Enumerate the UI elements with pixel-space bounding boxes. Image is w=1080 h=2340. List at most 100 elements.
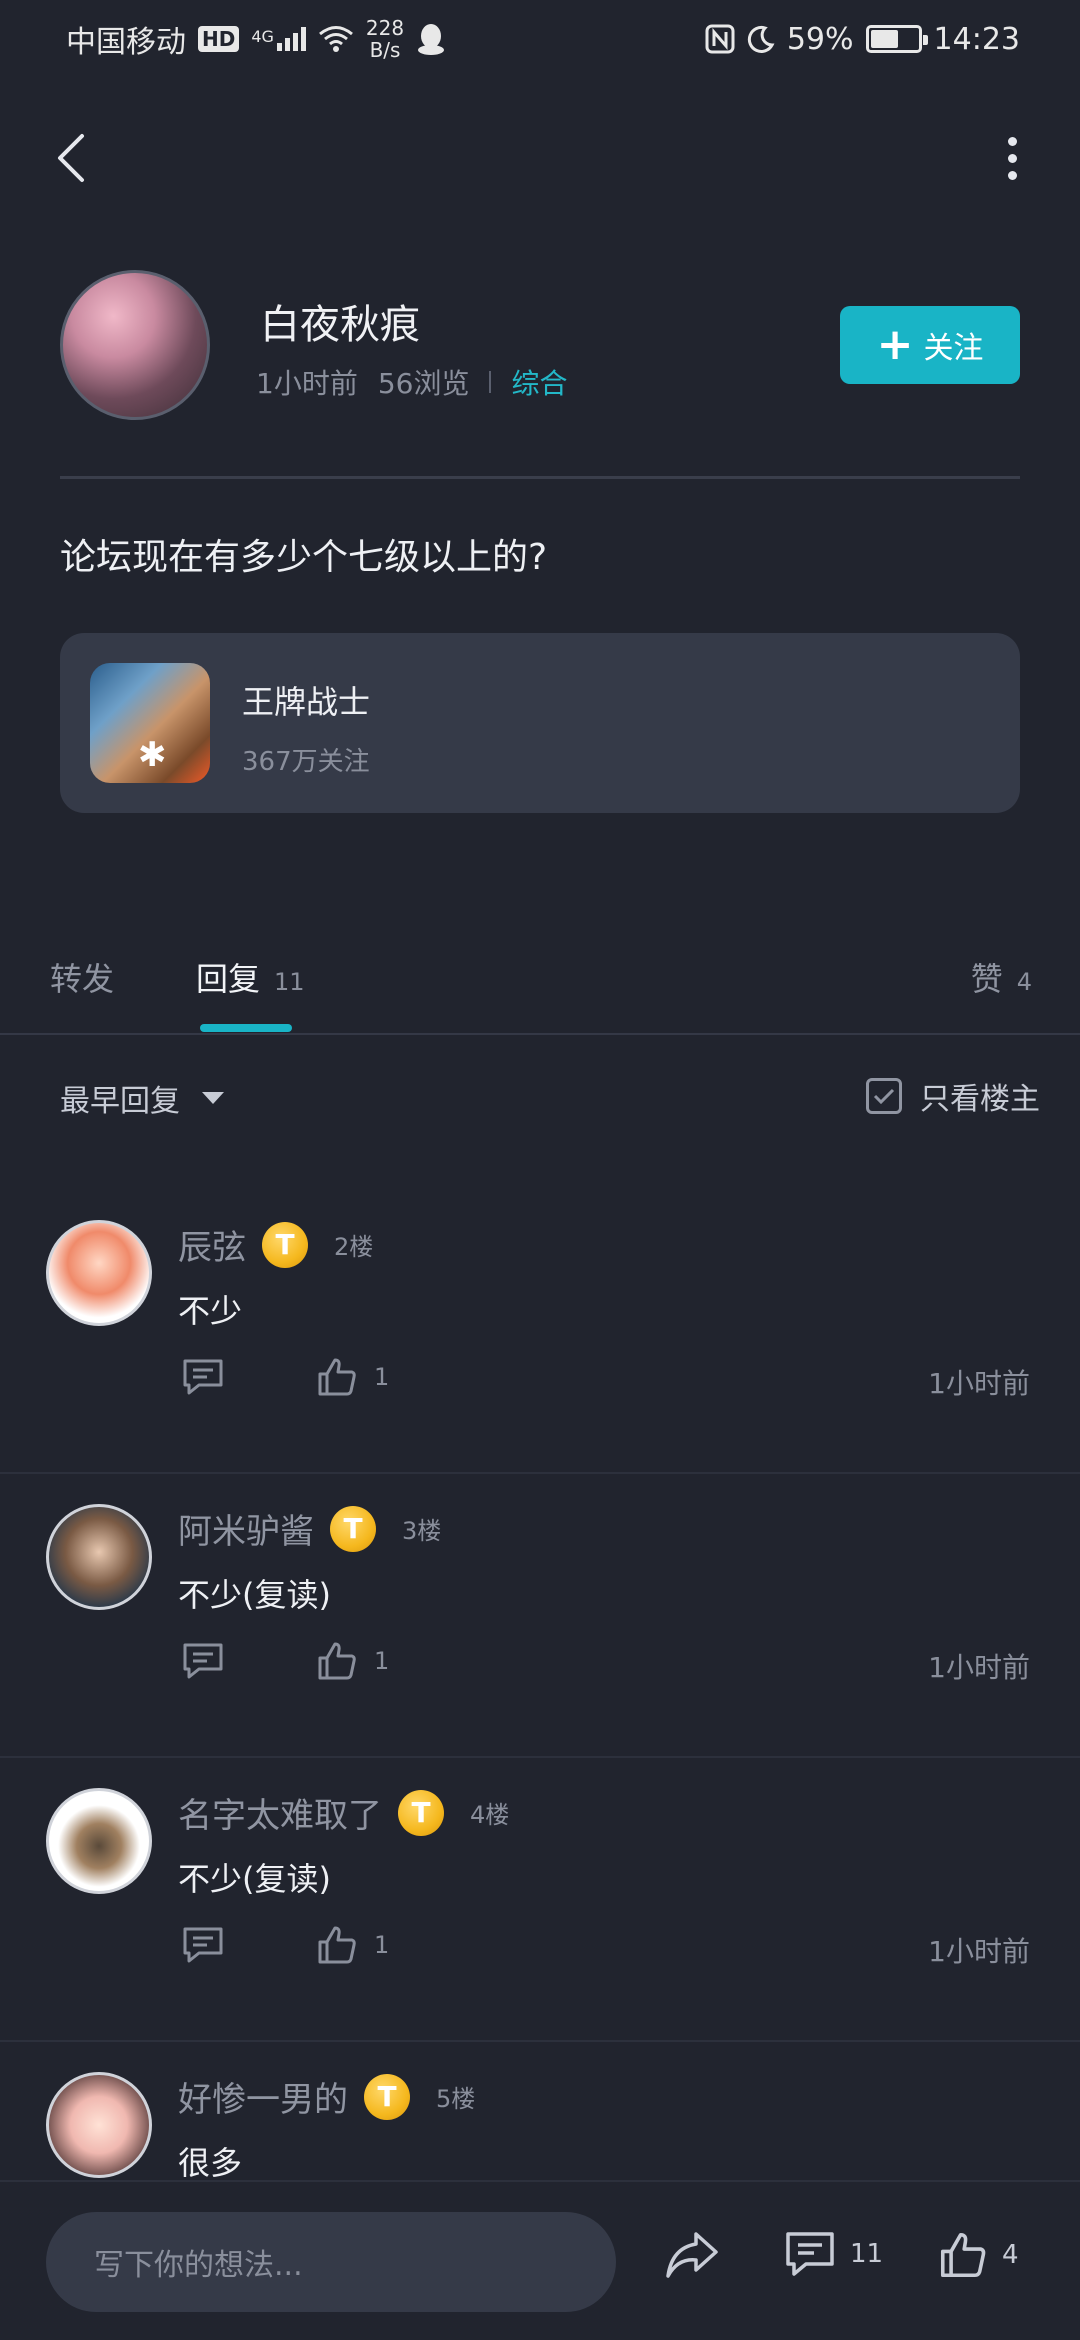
plus-icon: + [876, 319, 914, 370]
like-button[interactable]: 4 [938, 2230, 1019, 2280]
reply-author[interactable]: 辰弦 T 2楼 [178, 1220, 373, 1269]
speed-unit: B/s [369, 38, 401, 62]
thumbs-up-icon [318, 1926, 356, 1964]
level-badge-icon: T [398, 1789, 444, 1836]
comment-icon [183, 1643, 223, 1679]
reply-avatar[interactable] [46, 1504, 152, 1610]
like-count: 1 [374, 1363, 390, 1391]
reply-comment-button[interactable] [178, 1920, 228, 1970]
share-button[interactable] [664, 2230, 720, 2280]
reply-author-name: 辰弦 [178, 1228, 246, 1268]
reply-like-button[interactable]: 1 [316, 1356, 389, 1398]
wifi-icon [318, 26, 353, 52]
level-badge-icon: T [330, 1505, 376, 1552]
chevron-left-icon [58, 134, 84, 182]
post-title: 论坛现在有多少个七级以上的? [60, 537, 548, 578]
reply-like-button[interactable]: 1 [316, 1640, 389, 1682]
game-card[interactable]: ✱ 王牌战士 367万关注 [60, 633, 1020, 813]
game-icon: ✱ [90, 663, 210, 783]
comment-count: 11 [850, 2239, 884, 2269]
tab-bar: 转发 回复 11 赞 4 [0, 940, 1080, 1035]
network-speed: 228 B/s [366, 17, 404, 61]
reply-like-button[interactable]: 1 [316, 1924, 389, 1966]
reply-author[interactable]: 好惨一男的 T 5楼 [178, 2072, 475, 2121]
comment-icon [786, 2232, 834, 2276]
reply-avatar[interactable] [46, 1220, 152, 1326]
thumbs-up-icon [318, 1358, 356, 1396]
game-name: 王牌战士 [242, 683, 371, 721]
tab-label: 回复 [196, 960, 261, 998]
follow-label: 关注 [923, 331, 984, 366]
carrier-label: 中国移动 [66, 25, 186, 60]
owner-only-toggle[interactable]: 只看楼主 [866, 1074, 1040, 1118]
reply-author[interactable]: 阿米驴酱 T 3楼 [178, 1504, 441, 1553]
author-header: 白夜秋痕 1小时前 56浏览 综合 + 关注 [60, 270, 1020, 420]
follow-button[interactable]: + 关注 [840, 306, 1020, 384]
reply-time: 1小时前 [928, 1651, 1030, 1684]
speed-value: 228 [365, 16, 405, 40]
reply-author-name: 名字太难取了 [178, 1796, 382, 1836]
reply-time: 1小时前 [928, 1935, 1030, 1968]
like-count: 4 [1002, 2240, 1019, 2270]
share-icon [666, 2232, 718, 2278]
signal-icon: 4G [251, 27, 306, 51]
checkmark-icon [873, 1088, 895, 1105]
tab-count: 11 [274, 968, 305, 996]
view-count: 56浏览 [377, 367, 470, 400]
tab-replies[interactable]: 回复 11 [196, 954, 305, 1000]
hd-icon: HD [198, 26, 240, 52]
sort-dropdown[interactable]: 最早回复 [60, 1076, 224, 1120]
comment-icon [183, 1927, 223, 1963]
sort-bar: 最早回复 只看楼主 [0, 1070, 1080, 1130]
tab-forward[interactable]: 转发 [50, 954, 114, 1000]
tab-likes[interactable]: 赞 4 [971, 954, 1032, 1000]
reply-comment-button[interactable] [178, 1636, 228, 1686]
author-avatar[interactable] [60, 270, 210, 420]
reply-item: 阿米驴酱 T 3楼 不少(复读) 1 1小时前 [0, 1474, 1080, 1758]
comments-button[interactable]: 11 [784, 2230, 883, 2278]
comment-input[interactable]: 写下你的想法... [46, 2212, 616, 2312]
game-followers: 367万关注 [242, 747, 370, 777]
thumbs-up-icon [318, 1642, 356, 1680]
reply-content: 不少(复读) [178, 1576, 331, 1614]
reply-avatar[interactable] [46, 1788, 152, 1894]
reply-author[interactable]: 名字太难取了 T 4楼 [178, 1788, 509, 1837]
checkbox[interactable] [866, 1078, 902, 1114]
comment-input-placeholder: 写下你的想法... [94, 2248, 303, 2283]
reply-actions: 1 [178, 1636, 389, 1686]
comment-icon [183, 1359, 223, 1395]
moon-icon [747, 25, 775, 53]
qq-icon [418, 24, 445, 55]
category-link[interactable]: 综合 [511, 362, 567, 402]
sort-label: 最早回复 [60, 1084, 180, 1119]
floor-number: 3楼 [402, 1517, 442, 1545]
reply-comment-button[interactable] [178, 1352, 228, 1402]
reply-list: 辰弦 T 2楼 不少 1 1小时前 阿米驴酱 T 3楼 不少(复读) 1 1小时… [0, 1190, 1080, 2326]
like-count: 1 [374, 1931, 390, 1959]
reply-time: 1小时前 [928, 1367, 1030, 1400]
reply-actions: 1 [178, 1920, 389, 1970]
post-time: 1小时前 [256, 367, 358, 400]
tab-label: 赞 [970, 960, 1003, 998]
more-options-button[interactable] [982, 128, 1042, 188]
thumbs-up-icon [940, 2232, 986, 2278]
reply-content: 不少(复读) [178, 1860, 331, 1898]
more-dot-icon [1007, 136, 1017, 146]
reply-item: 名字太难取了 T 4楼 不少(复读) 1 1小时前 [0, 1758, 1080, 2042]
level-badge-icon: T [364, 2073, 410, 2120]
meta-divider [489, 371, 492, 393]
more-dot-icon [1007, 170, 1017, 180]
network-type: 4G [251, 27, 274, 46]
tab-label: 转发 [50, 960, 115, 998]
reply-content: 很多 [178, 2144, 243, 2182]
caret-down-icon [202, 1092, 224, 1104]
nfc-icon [705, 24, 735, 54]
more-dot-icon [1007, 153, 1017, 163]
author-name[interactable]: 白夜秋痕 [260, 292, 420, 350]
back-button[interactable] [40, 128, 100, 188]
reply-avatar[interactable] [46, 2072, 152, 2178]
clock: 14:23 [933, 21, 1020, 57]
reply-author-name: 阿米驴酱 [178, 1512, 314, 1552]
bottom-action-bar: 写下你的想法... 11 4 [0, 2180, 1080, 2340]
reply-content: 不少 [178, 1292, 243, 1330]
